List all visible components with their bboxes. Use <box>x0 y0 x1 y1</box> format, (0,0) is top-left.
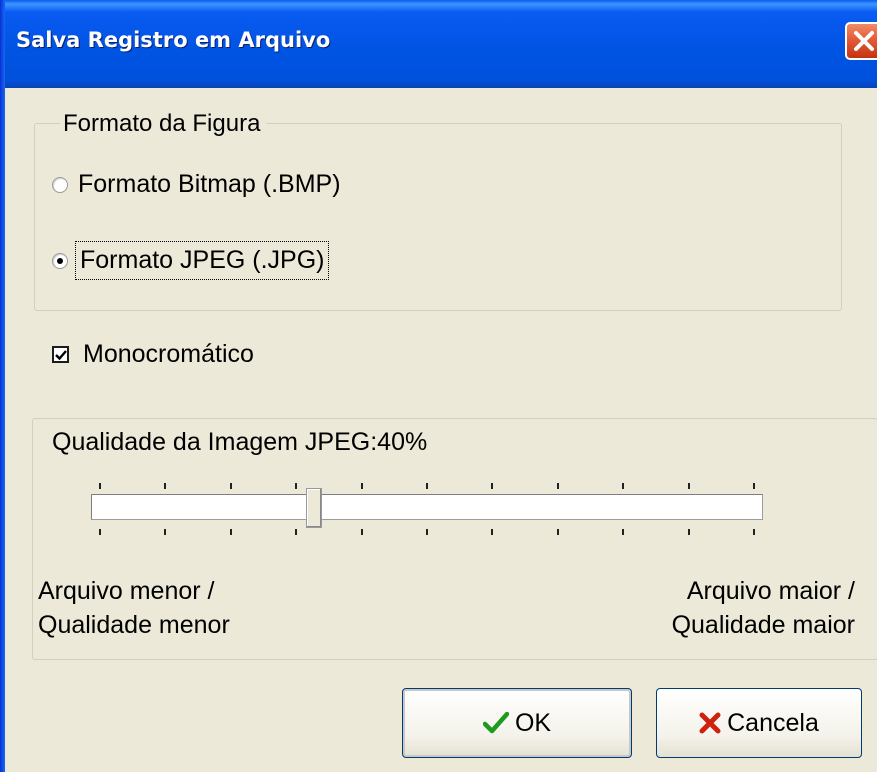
checkmark-icon <box>482 712 509 734</box>
monochrome-label: Monocromático <box>83 340 254 368</box>
slider-tick-top <box>491 483 494 489</box>
format-group <box>34 123 842 311</box>
checkmark-icon <box>55 350 67 361</box>
title-bar[interactable]: Salva Registro em Arquivo <box>0 0 877 88</box>
monochrome-checkbox[interactable] <box>52 346 69 363</box>
quality-label-row: Qualidade da Imagem JPEG:40% <box>52 428 427 457</box>
right-end-label: Arquivo maior / Qualidade maior <box>622 574 855 642</box>
radio-jpeg-label: Formato JPEG (.JPG) <box>74 241 330 280</box>
format-group-legend: Formato da Figura <box>60 110 267 138</box>
slider-tick-bottom <box>164 529 167 535</box>
slider-tick-bottom <box>99 529 101 535</box>
cancel-button-label: Cancela <box>727 708 819 737</box>
slider-tick-bottom <box>622 529 625 535</box>
slider-tick-top <box>622 483 625 489</box>
slider-tick-bottom <box>426 529 428 535</box>
cancel-button[interactable]: Cancela <box>656 688 862 758</box>
right-end-label-line1: Arquivo maior / <box>686 577 855 605</box>
quality-value: 40% <box>377 428 428 456</box>
monochrome-checkbox-row[interactable]: Monocromático <box>52 340 254 369</box>
left-end-label: Arquivo menor / Qualidade menor <box>38 574 230 642</box>
ok-button-label: OK <box>514 708 552 737</box>
slider-tick-bottom <box>753 529 755 535</box>
left-end-label-line2: Qualidade menor <box>38 611 230 639</box>
radio-bitmap[interactable]: Formato Bitmap (.BMP) <box>52 170 341 199</box>
right-end-label-line2: Qualidade maior <box>671 611 855 639</box>
slider-tick-top <box>556 483 559 489</box>
radio-jpeg[interactable]: Formato JPEG (.JPG) <box>52 241 330 280</box>
window-left-border <box>0 0 5 772</box>
close-icon <box>854 31 874 51</box>
quality-slider-track[interactable] <box>91 494 763 520</box>
close-button[interactable] <box>845 22 877 60</box>
radio-bitmap-label: Formato Bitmap (.BMP) <box>78 170 341 198</box>
slider-tick-bottom <box>295 529 298 535</box>
ok-button[interactable]: OK <box>402 688 632 758</box>
slider-tick-bottom <box>556 529 559 535</box>
slider-tick-bottom <box>687 529 690 535</box>
slider-tick-top <box>164 483 167 489</box>
slider-tick-top <box>360 483 363 489</box>
slider-tick-bottom <box>360 529 363 535</box>
slider-tick-top <box>99 483 101 489</box>
slider-tick-bottom <box>491 529 494 535</box>
slider-tick-top <box>753 483 755 489</box>
slider-tick-top <box>229 483 232 489</box>
slider-tick-top <box>426 483 428 489</box>
quality-slider-thumb[interactable] <box>306 488 323 528</box>
slider-tick-top <box>295 483 298 489</box>
quality-label: Qualidade da Imagem JPEG: <box>52 428 378 456</box>
radio-button[interactable] <box>52 176 68 193</box>
slider-tick-top <box>687 483 690 489</box>
save-dialog: Salva Registro em Arquivo Formato da Fig… <box>0 0 877 772</box>
slider-tick-bottom <box>229 529 232 535</box>
left-end-label-line1: Arquivo menor / <box>38 577 215 605</box>
x-mark-icon <box>699 712 721 734</box>
window-title: Salva Registro em Arquivo <box>16 28 331 52</box>
radio-button-checked[interactable] <box>52 252 68 269</box>
